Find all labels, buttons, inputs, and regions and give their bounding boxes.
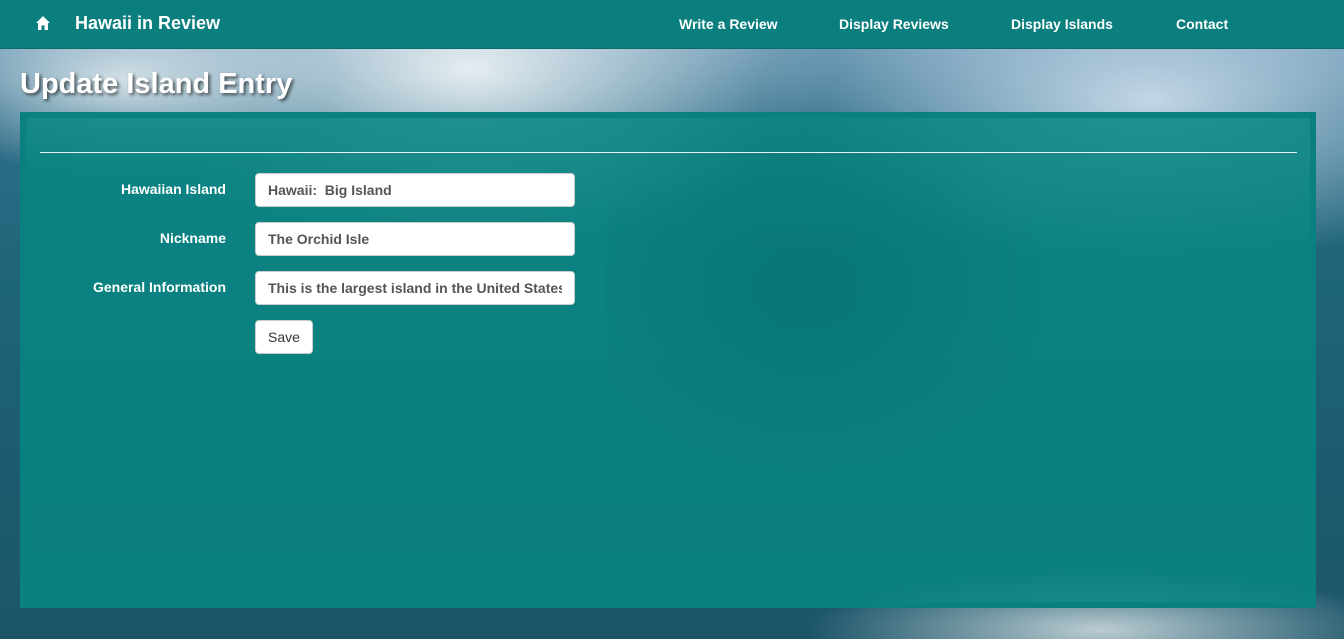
panel-shade	[606, 118, 1316, 602]
nav-link-write-review[interactable]: Write a Review	[679, 16, 778, 32]
hawaiian-island-input[interactable]	[255, 173, 575, 207]
form-panel: Hawaiian Island Nickname General Informa…	[20, 112, 1316, 608]
brand-link[interactable]: Hawaii in Review	[75, 13, 220, 34]
divider	[40, 152, 1297, 153]
hawaiian-island-label: Hawaiian Island	[120, 181, 226, 197]
top-navbar: Hawaii in Review Write a Review Display …	[0, 0, 1344, 49]
nav-link-display-reviews[interactable]: Display Reviews	[839, 16, 949, 32]
nickname-input[interactable]	[255, 222, 575, 256]
save-button[interactable]: Save	[255, 320, 313, 354]
nickname-label: Nickname	[159, 230, 226, 246]
general-information-label: General Information	[92, 279, 226, 295]
nav-link-contact[interactable]: Contact	[1176, 16, 1228, 32]
page-title: Update Island Entry	[20, 68, 293, 100]
home-icon[interactable]	[35, 15, 51, 31]
general-information-input[interactable]	[255, 271, 575, 305]
nav-link-display-islands[interactable]: Display Islands	[1011, 16, 1113, 32]
